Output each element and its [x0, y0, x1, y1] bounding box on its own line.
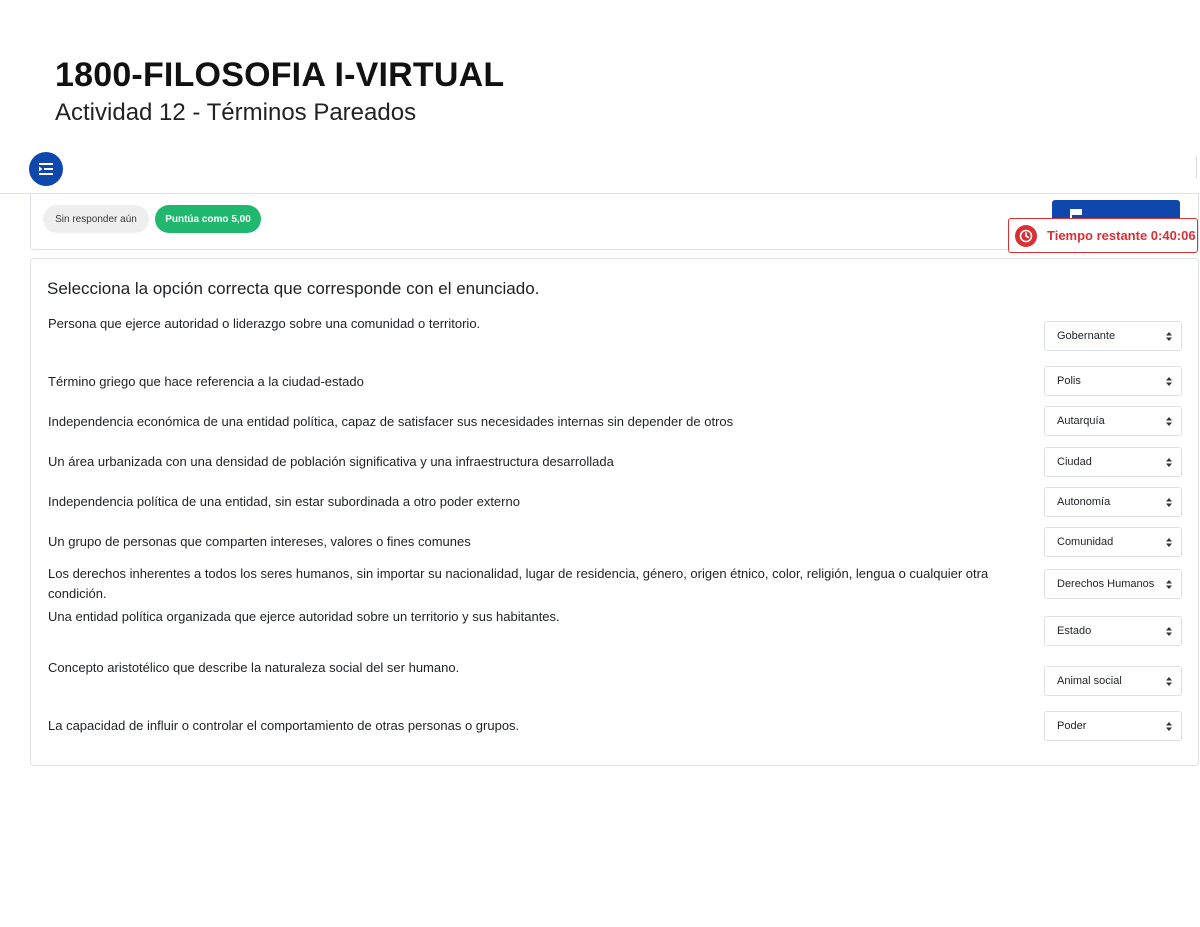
match-select[interactable]: Ciudad: [1044, 447, 1182, 477]
match-select[interactable]: Animal social: [1044, 666, 1182, 696]
match-stem: Un grupo de personas que comparten inter…: [48, 534, 471, 549]
match-stem: Una entidad política organizada que ejer…: [48, 609, 560, 624]
select-value: Autarquía: [1057, 415, 1105, 427]
match-select[interactable]: Autonomía: [1044, 487, 1182, 517]
points-badge: Puntúa como 5,00: [155, 205, 261, 233]
course-index-button[interactable]: [29, 152, 63, 186]
match-select[interactable]: Autarquía: [1044, 406, 1182, 436]
select-caret-icon: [1166, 417, 1172, 426]
match-stem: Concepto aristotélico que describe la na…: [48, 660, 460, 675]
match-stem: Los derechos inherentes a todos los sere…: [48, 566, 989, 601]
match-select[interactable]: Polis: [1044, 366, 1182, 396]
match-stem: Término griego que hace referencia a la …: [48, 374, 364, 389]
question-card: [30, 258, 1199, 766]
match-stem: Independencia económica de una entidad p…: [48, 414, 734, 429]
select-value: Gobernante: [1057, 330, 1116, 342]
match-stem: La capacidad de influir o controlar el c…: [48, 718, 520, 733]
match-select[interactable]: Poder: [1044, 711, 1182, 741]
select-caret-icon: [1166, 498, 1172, 507]
select-caret-icon: [1166, 580, 1172, 589]
activity-title: Actividad 12 - Términos Pareados: [55, 99, 417, 126]
quiz-page: 1800-FILOSOFIA I-VIRTUAL Actividad 12 - …: [0, 0, 1200, 927]
timer-label: Tiempo restante 0:40:06: [1047, 228, 1196, 243]
select-caret-icon: [1166, 538, 1172, 547]
match-select[interactable]: Gobernante: [1044, 321, 1182, 351]
select-value: Autonomía: [1057, 496, 1111, 508]
select-value: Derechos Humanos: [1057, 578, 1155, 590]
select-value: Ciudad: [1057, 456, 1092, 468]
select-value: Comunidad: [1057, 536, 1114, 548]
select-caret-icon: [1166, 627, 1172, 636]
select-caret-icon: [1166, 377, 1172, 386]
select-caret-icon: [1166, 332, 1172, 341]
match-select[interactable]: Derechos Humanos: [1044, 569, 1182, 599]
select-caret-icon: [1166, 722, 1172, 731]
match-stem: Persona que ejerce autoridad o liderazgo…: [48, 316, 481, 331]
status-badge: Sin responder aún: [43, 205, 149, 233]
match-stem: Un área urbanizada con una densidad de p…: [48, 454, 614, 469]
select-value: Poder: [1057, 720, 1087, 732]
select-caret-icon: [1166, 458, 1172, 467]
select-value: Polis: [1057, 375, 1081, 387]
match-stem: Independencia política de una entidad, s…: [48, 494, 520, 509]
select-value: Estado: [1057, 625, 1092, 637]
timer-icon: [1015, 224, 1037, 247]
match-select[interactable]: Comunidad: [1044, 527, 1182, 557]
course-title: 1800-FILOSOFIA I-VIRTUAL: [55, 56, 505, 94]
time-remaining-timer: Tiempo restante 0:40:06: [1008, 218, 1198, 253]
select-caret-icon: [1166, 677, 1172, 686]
divider: [1196, 156, 1197, 178]
select-value: Animal social: [1057, 675, 1122, 687]
list-indent-icon: [39, 163, 53, 175]
question-instruction: Selecciona la opción correcta que corres…: [47, 279, 540, 298]
match-select[interactable]: Estado: [1044, 616, 1182, 646]
